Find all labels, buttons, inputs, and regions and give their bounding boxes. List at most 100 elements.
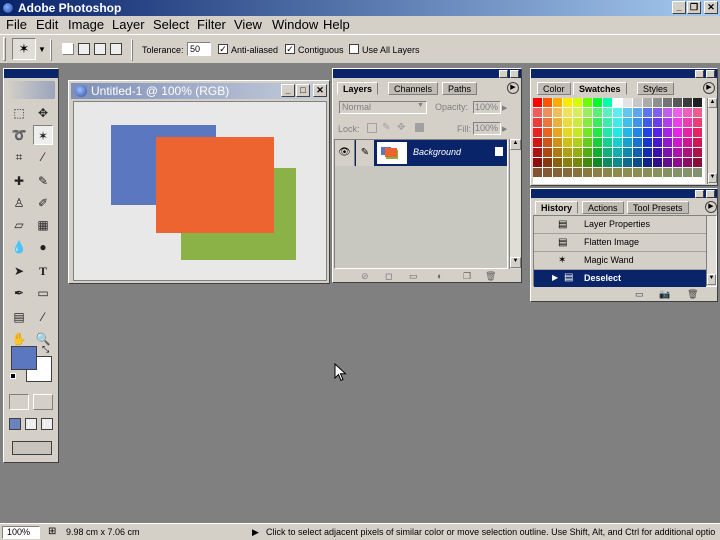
color-swatch[interactable] (593, 138, 602, 147)
color-swatch[interactable] (643, 118, 652, 127)
color-swatch[interactable] (593, 158, 602, 167)
contiguous-checkbox[interactable]: ✓ (285, 44, 295, 54)
quick-mask-mode-icon[interactable] (33, 394, 53, 410)
shape-tool-icon[interactable]: ▭ (33, 283, 53, 303)
history-minimize-button[interactable] (695, 190, 704, 198)
toolbox-header[interactable] (4, 69, 58, 78)
color-swatch[interactable] (673, 108, 682, 117)
color-swatch[interactable] (583, 148, 592, 157)
color-swatch[interactable] (633, 158, 642, 167)
layers-panel-header[interactable] (333, 69, 521, 78)
color-swatch[interactable] (683, 158, 692, 167)
color-swatch[interactable] (553, 98, 562, 107)
layer-name[interactable]: Background (413, 147, 461, 157)
menu-view[interactable]: View (234, 17, 262, 33)
tab-layers[interactable]: Layers (337, 82, 379, 95)
color-swatch[interactable] (533, 128, 542, 137)
color-swatch[interactable] (633, 128, 642, 137)
menu-filter[interactable]: Filter (197, 17, 226, 33)
new-document-from-state-icon[interactable]: ▭ (635, 289, 644, 300)
color-swatch[interactable] (583, 128, 592, 137)
eyedropper-tool-icon[interactable]: ⁄ (33, 307, 53, 327)
menu-file[interactable]: File (6, 17, 27, 33)
color-swatch[interactable] (663, 168, 672, 177)
color-swatch[interactable] (653, 148, 662, 157)
history-item[interactable]: ▤ Layer Properties (534, 216, 706, 234)
minimize-button[interactable]: _ (672, 1, 686, 14)
color-swatch[interactable] (683, 138, 692, 147)
lasso-tool-icon[interactable]: ➰ (9, 125, 29, 145)
color-swatch[interactable] (613, 148, 622, 157)
layer-visibility-eye-icon[interactable]: 👁 (335, 140, 355, 166)
eraser-tool-icon[interactable]: ▱ (9, 215, 29, 235)
color-swatch[interactable] (613, 108, 622, 117)
color-swatch[interactable] (573, 118, 582, 127)
color-swatch[interactable] (553, 168, 562, 177)
opacity-arrow-icon[interactable]: ▶ (502, 104, 507, 112)
color-swatch[interactable] (543, 158, 552, 167)
layer-row-background[interactable]: 👁 ✎ Background (335, 140, 507, 166)
color-swatch[interactable] (573, 158, 582, 167)
fill-arrow-icon[interactable]: ▶ (502, 125, 507, 133)
menu-select[interactable]: Select (153, 17, 189, 33)
move-tool-icon[interactable]: ✥ (33, 103, 53, 123)
color-swatch[interactable] (533, 98, 542, 107)
swatches-panel-header[interactable] (531, 69, 717, 78)
color-swatch[interactable] (643, 108, 652, 117)
color-swatch[interactable] (623, 118, 632, 127)
color-swatch[interactable] (623, 148, 632, 157)
zoom-field[interactable]: 100% (2, 526, 40, 539)
history-menu-arrow-icon[interactable]: ▶ (705, 201, 717, 213)
color-swatch[interactable] (533, 108, 542, 117)
color-swatch[interactable] (673, 158, 682, 167)
color-swatch[interactable] (633, 168, 642, 177)
color-swatch[interactable] (553, 148, 562, 157)
color-swatch[interactable] (633, 118, 642, 127)
menu-layer[interactable]: Layer (112, 17, 145, 33)
color-swatch[interactable] (543, 148, 552, 157)
delete-layer-icon[interactable]: 🗑 (485, 271, 496, 282)
color-swatch[interactable] (693, 168, 702, 177)
add-mask-icon[interactable]: ◻ (385, 271, 392, 282)
color-swatch[interactable] (583, 118, 592, 127)
color-swatch[interactable] (613, 118, 622, 127)
restore-button[interactable]: ❐ (687, 1, 701, 14)
marquee-tool-icon[interactable]: ⬚ (9, 103, 29, 123)
color-swatch[interactable] (603, 168, 612, 177)
add-selection-icon[interactable] (78, 43, 90, 55)
color-swatch[interactable] (613, 158, 622, 167)
menu-window[interactable]: Window (272, 17, 318, 33)
color-swatch[interactable] (533, 148, 542, 157)
tab-paths[interactable]: Paths (442, 82, 478, 95)
delete-state-icon[interactable]: 🗑 (687, 289, 698, 300)
color-swatch[interactable] (553, 118, 562, 127)
document-title-bar[interactable]: Untitled-1 @ 100% (RGB) _ □ ✕ (71, 83, 327, 99)
history-item[interactable]: ✶ Magic Wand (534, 252, 706, 270)
foreground-color-swatch[interactable] (11, 346, 37, 370)
fill-input[interactable]: 100% (473, 122, 501, 135)
color-swatch[interactable] (673, 118, 682, 127)
new-layer-icon[interactable]: ❐ (463, 271, 471, 282)
color-swatch[interactable] (543, 168, 552, 177)
preset-dropdown-arrow-icon[interactable]: ▼ (38, 45, 46, 54)
color-swatch[interactable] (613, 168, 622, 177)
history-scrollbar[interactable]: ▼ (706, 216, 716, 286)
new-selection-icon[interactable] (62, 43, 74, 55)
color-swatch[interactable] (553, 158, 562, 167)
color-swatch[interactable] (683, 148, 692, 157)
color-swatch[interactable] (673, 168, 682, 177)
color-swatch[interactable] (633, 108, 642, 117)
blend-mode-select[interactable]: Normal (339, 101, 427, 114)
color-swatch[interactable] (633, 148, 642, 157)
color-swatch[interactable] (563, 98, 572, 107)
color-swatch[interactable] (643, 158, 652, 167)
color-swatch[interactable] (563, 158, 572, 167)
color-swatch[interactable] (633, 138, 642, 147)
color-swatch[interactable] (603, 108, 612, 117)
color-swatch[interactable] (613, 138, 622, 147)
color-swatch[interactable] (693, 108, 702, 117)
color-swatch[interactable] (693, 138, 702, 147)
document-minimize-button[interactable]: _ (281, 84, 295, 97)
color-swatch[interactable] (623, 158, 632, 167)
color-swatch[interactable] (653, 168, 662, 177)
